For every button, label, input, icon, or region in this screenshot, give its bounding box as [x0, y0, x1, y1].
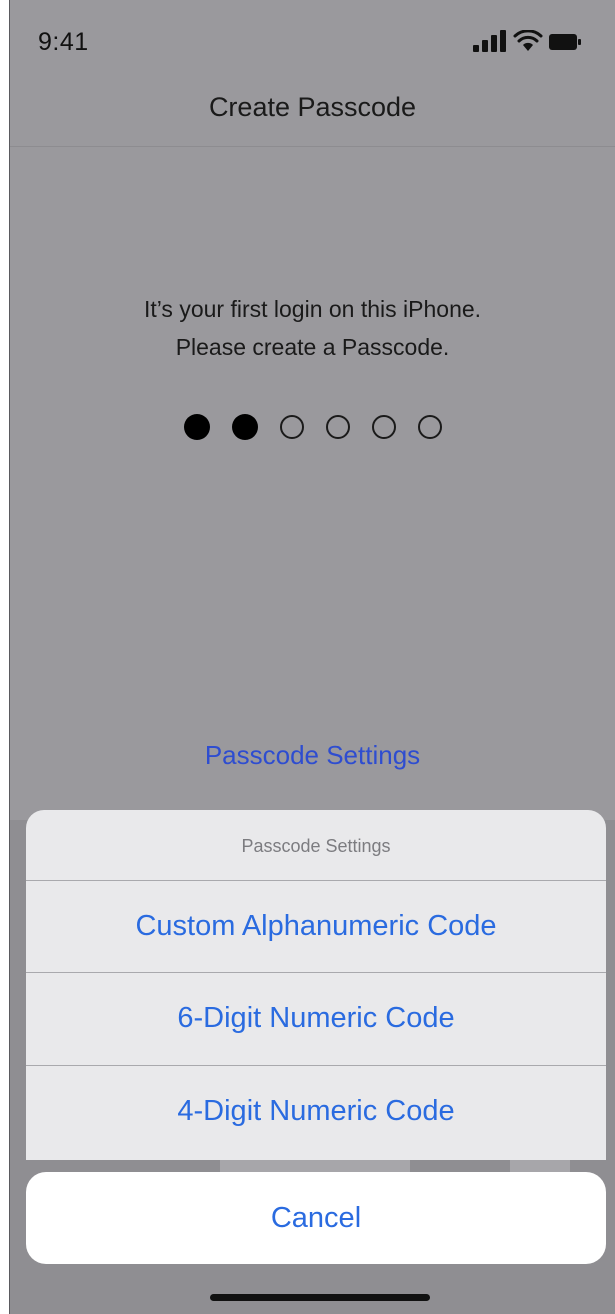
- option-custom-alphanumeric[interactable]: Custom Alphanumeric Code: [26, 880, 606, 970]
- wifi-icon: [513, 30, 543, 51]
- phone-screen: 9:41 Create Passcode It’s your first log…: [10, 0, 615, 1314]
- option-4-digit[interactable]: 4-Digit Numeric Code: [26, 1065, 606, 1155]
- prompt-line-1: It’s your first login on this iPhone.: [143, 296, 482, 322]
- status-bar: 9:41: [10, 0, 615, 90]
- nav-divider: [10, 146, 615, 147]
- status-icons: [473, 30, 583, 54]
- battery-icon: [549, 34, 581, 50]
- cancel-button[interactable]: Cancel: [26, 1172, 606, 1264]
- passcode-dot-empty: [279, 415, 304, 439]
- passcode-settings-link[interactable]: Passcode Settings: [10, 740, 615, 771]
- prompt-line-2: Please create a Passcode.: [175, 334, 450, 360]
- passcode-dot-empty: [371, 415, 396, 439]
- action-sheet-title: Passcode Settings: [241, 836, 391, 856]
- passcode-prompt: It’s your first login on this iPhone. Pl…: [10, 290, 615, 366]
- passcode-dot-empty: [325, 415, 350, 439]
- home-indicator: [210, 1294, 430, 1301]
- signal-icon: [473, 30, 506, 52]
- option-6-digit[interactable]: 6-Digit Numeric Code: [26, 972, 606, 1062]
- passcode-dot-empty: [417, 415, 442, 439]
- passcode-dot-filled: [231, 414, 258, 440]
- status-time: 9:41: [38, 28, 89, 56]
- passcode-dots: [10, 414, 615, 448]
- passcode-dot-filled: [183, 414, 210, 440]
- page-title: Create Passcode: [208, 92, 417, 122]
- action-sheet: Passcode Settings Custom Alphanumeric Co…: [26, 810, 606, 1160]
